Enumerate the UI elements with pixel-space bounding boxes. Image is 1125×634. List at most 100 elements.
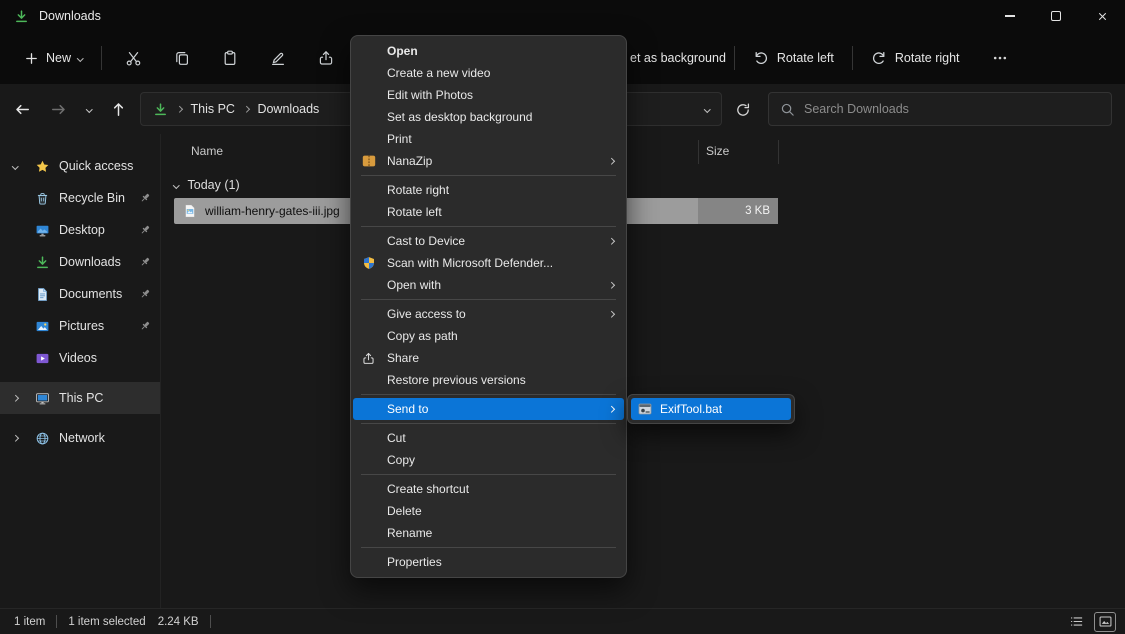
menu-separator [361,299,616,300]
rename-button[interactable] [259,40,297,76]
thumbnail-view-button[interactable] [1094,612,1116,632]
sidebar-item-pictures[interactable]: Pictures [0,310,160,342]
sidebar-item-documents[interactable]: Documents [0,278,160,310]
pin-icon [139,288,151,300]
menu-item-cast-to-device[interactable]: Cast to Device [351,230,626,252]
menu-separator [361,226,616,227]
new-button[interactable]: New [14,44,93,73]
share-icon [362,352,375,365]
paste-icon [222,50,238,66]
rotate-right-label: Rotate right [895,51,960,65]
menu-item-edit-with-photos[interactable]: Edit with Photos [351,84,626,106]
submenu-item-exiftool-bat[interactable]: ExifTool.bat [631,398,791,420]
recent-locations-button[interactable] [78,93,100,125]
sidebar-item-label: Network [59,431,105,445]
pin-icon [139,192,151,204]
toolbar-divider [734,46,735,70]
submenu-item-label: ExifTool.bat [660,402,722,416]
menu-item-share[interactable]: Share [351,347,626,369]
menu-item-create-a-new-video[interactable]: Create a new video [351,62,626,84]
submenu-arrow-icon [608,282,614,288]
up-button[interactable] [102,93,134,125]
chevron-down-icon [173,182,179,188]
details-view-button[interactable] [1065,612,1087,632]
chevron-right-icon[interactable] [12,435,18,441]
breadcrumb-this-pc[interactable]: This PC [191,102,235,116]
column-header-name[interactable]: Name [191,144,223,158]
menu-item-create-shortcut[interactable]: Create shortcut [351,478,626,500]
toolbar-divider [852,46,853,70]
rotate-right-button[interactable]: Rotate right [861,43,970,73]
set-as-background-button[interactable]: et as background [630,51,726,65]
chevron-right-icon[interactable] [12,395,18,401]
refresh-button[interactable] [727,94,758,125]
copy-button[interactable] [163,40,201,76]
menu-item-rotate-left[interactable]: Rotate left [351,201,626,223]
breadcrumb-downloads[interactable]: Downloads [257,102,319,116]
menu-item-open-with[interactable]: Open with [351,274,626,296]
rotate-left-button[interactable]: Rotate left [743,43,844,73]
menu-item-scan-with-microsoft-defender[interactable]: Scan with Microsoft Defender... [351,252,626,274]
sidebar-item-recycle-bin[interactable]: Recycle Bin [0,182,160,214]
sidebar-item-downloads[interactable]: Downloads [0,246,160,278]
selection-summary: 1 item selected [68,616,145,628]
menu-item-copy-as-path[interactable]: Copy as path [351,325,626,347]
paste-button[interactable] [211,40,249,76]
documents-icon [34,287,50,302]
menu-item-restore-previous-versions[interactable]: Restore previous versions [351,369,626,391]
close-button[interactable] [1079,0,1125,32]
copy-icon [174,50,190,66]
menu-item-properties[interactable]: Properties [351,551,626,573]
back-button[interactable] [6,93,38,125]
menu-item-print[interactable]: Print [351,128,626,150]
menu-item-open[interactable]: Open [351,40,626,62]
minimize-button[interactable] [987,0,1033,32]
menu-item-nanazip[interactable]: NanaZip [351,150,626,172]
see-more-button[interactable] [982,40,1018,76]
nanazip-icon [362,154,376,168]
menu-item-rotate-right[interactable]: Rotate right [351,179,626,201]
minimize-icon [1005,15,1015,16]
column-header-size[interactable]: Size [706,144,729,158]
group-header-today[interactable]: Today (1) [161,174,240,196]
network-icon [34,431,50,446]
menu-item-send-to[interactable]: Send to [353,398,624,420]
column-resize-handle[interactable] [698,140,699,164]
submenu-arrow-icon [608,238,614,244]
menu-item-rename[interactable]: Rename [351,522,626,544]
new-button-label: New [46,51,71,65]
search-input[interactable] [804,102,1100,116]
sidebar-item-network[interactable]: Network [0,422,160,454]
share-button[interactable] [307,40,345,76]
statusbar-divider [56,615,57,628]
cut-icon [125,50,142,67]
toolbar-right-group: et as background Rotate left Rotate righ… [630,32,970,84]
sidebar-item-videos[interactable]: Videos [0,342,160,374]
menu-item-copy[interactable]: Copy [351,449,626,471]
menu-separator [361,474,616,475]
column-headers: Name Size [161,140,1125,164]
sidebar-item-this-pc[interactable]: This PC [0,382,160,414]
titlebar: Downloads [0,0,1125,32]
menu-item-delete[interactable]: Delete [351,500,626,522]
rotate-left-icon [753,50,769,66]
file-list-area: Name Size Today (1) william-henry-gates-… [160,134,1125,608]
menu-item-give-access-to[interactable]: Give access to [351,303,626,325]
cut-button[interactable] [115,40,153,76]
see-more-icon [992,50,1008,66]
address-dropdown-icon[interactable] [704,106,710,112]
menu-item-cut[interactable]: Cut [351,427,626,449]
menu-item-set-as-desktop-background[interactable]: Set as desktop background [351,106,626,128]
rotate-left-label: Rotate left [777,51,834,65]
item-count: 1 item [14,616,45,628]
submenu-arrow-icon [608,311,614,317]
refresh-icon [735,102,751,118]
chevron-down-icon[interactable] [12,163,18,169]
image-file-icon [182,203,198,219]
sidebar-item-desktop[interactable]: Desktop [0,214,160,246]
sidebar-item-quick-access[interactable]: Quick access [0,150,160,182]
column-resize-handle[interactable] [778,140,779,164]
share-icon [318,50,334,66]
forward-button[interactable] [42,93,74,125]
maximize-button[interactable] [1033,0,1079,32]
